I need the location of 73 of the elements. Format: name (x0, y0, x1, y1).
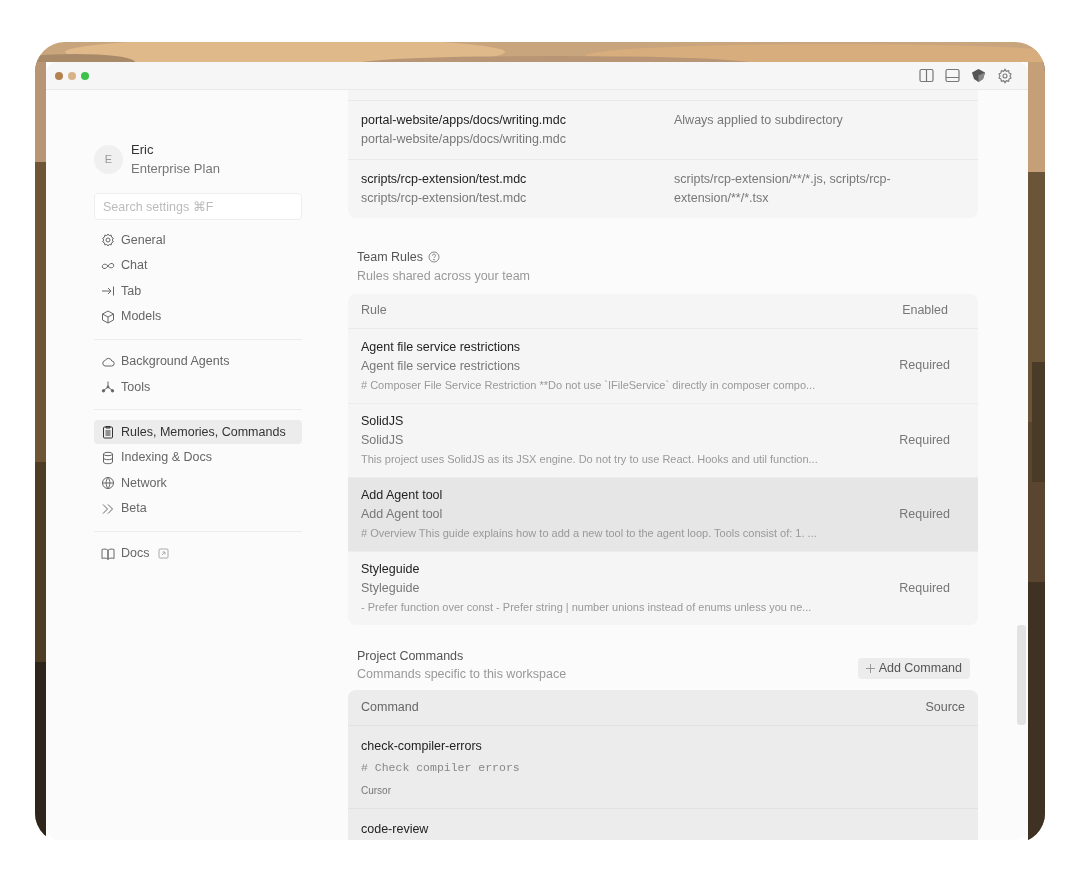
plus-icon (865, 664, 875, 673)
cube-icon (101, 309, 115, 324)
database-icon (101, 450, 115, 465)
split-pane-icon[interactable] (919, 68, 934, 83)
search-field[interactable]: Search settings ⌘F (94, 193, 302, 220)
command-name: check-compiler-errors (361, 738, 483, 755)
command-content: # Check compiler errors (361, 760, 521, 776)
rule-row[interactable]: SolidJS SolidJS This project uses SolidJS as its JSX engine. Do not try to use React. Hooks and util function... Required (348, 402, 978, 477)
sidebar-item[interactable]: Tools (94, 375, 302, 399)
sidebar-item[interactable]: Tab (94, 279, 302, 303)
rule-path: portal-website/apps/docs/writing.mdc (361, 131, 567, 148)
sidebar-item[interactable]: Chat (94, 253, 302, 278)
clipboard-icon (101, 425, 115, 439)
section-title: Project Commands (357, 647, 465, 665)
column-header: Rule (361, 302, 387, 320)
command-source: Cursor (361, 784, 392, 798)
sidebar-item[interactable]: Background Agents (94, 349, 302, 374)
sidebar-item[interactable]: Network (94, 471, 302, 495)
rule-status: Required (899, 505, 950, 523)
column-header: Source (925, 699, 965, 717)
help-icon[interactable] (428, 251, 440, 264)
arrow-to-line-icon (101, 284, 115, 298)
sidebar-item[interactable]: Models (94, 304, 302, 329)
rule-name: Add Agent tool (361, 487, 444, 504)
nodes-icon (101, 380, 115, 394)
section-subtitle: Rules shared across your team (357, 267, 531, 285)
gear-icon (101, 233, 115, 247)
sidebar-item[interactable]: Rules, Memories, Commands (94, 420, 302, 444)
book-icon (101, 546, 115, 561)
section-subtitle: Commands specific to this workspace (357, 666, 567, 684)
rule-preview: This project uses SolidJS as its JSX engine. Do not try to use React. Hooks and util function... (361, 452, 819, 467)
rule-preview: # Composer File Service Restriction **Do not use `IFileService` directly in composer compo... (361, 377, 817, 393)
rule-description: Add Agent tool (361, 506, 444, 523)
globe-icon (101, 476, 115, 490)
rule-status: Required (899, 431, 950, 449)
sidebar-item[interactable]: General (94, 228, 302, 252)
rule-scope: Always applied to subdirectory (674, 112, 844, 129)
rule-status: Required (899, 357, 950, 375)
rule-scope: scripts/rcp-extension/**/*.js, scripts/rcp-extension/**/*.tsx (674, 171, 892, 207)
section-title: Team Rules (357, 249, 423, 266)
rule-row[interactable]: Styleguide Styleguide - Prefer function over const - Prefer string | number unions instead of enums unless you ne... Required (348, 550, 978, 625)
user-name: Eric (131, 141, 155, 159)
add-command-button[interactable]: Add Command (857, 658, 970, 679)
rule-name: Styleguide (361, 561, 421, 578)
rule-preview: # Overview This guide explains how to add a new tool to the agent loop. Tools consist of: 1. ... (361, 526, 818, 541)
plan-label: Enterprise Plan (131, 160, 220, 178)
rule-row[interactable]: Add Agent tool Add Agent tool # Overview This guide explains how to add a new tool to the agent loop. Tools consist of: 1. ... Required (348, 476, 978, 551)
rule-description: Agent file service restrictions (361, 357, 522, 375)
rule-description: SolidJS (361, 432, 405, 449)
settings-icon[interactable] (997, 67, 1013, 84)
rule-description: Styleguide (361, 580, 421, 597)
column-header: Enabled (902, 302, 948, 320)
close-button[interactable] (55, 71, 63, 80)
command-name: code-review (361, 821, 430, 838)
column-header: Command (361, 699, 419, 717)
avatar: E (94, 144, 123, 174)
rule-name: scripts/rcp-extension/test.mdc (361, 171, 528, 188)
sidebar-item[interactable]: Indexing & Docs (94, 445, 302, 470)
zoom-button[interactable] (81, 71, 89, 80)
rule-preview: - Prefer function over const - Prefer string | number unions instead of enums unless you ne... (361, 600, 813, 615)
rule-status: Required (899, 579, 950, 597)
minimize-button[interactable] (68, 71, 76, 80)
sidebar-item[interactable]: Beta (94, 496, 302, 521)
scrollbar[interactable] (1017, 625, 1026, 725)
rule-path: scripts/rcp-extension/test.mdc (361, 190, 528, 207)
double-chevron-icon (101, 501, 115, 516)
rule-row[interactable]: Agent file service restrictions Agent file service restrictions # Composer File Service Restriction **Do not use `IFileService` directly in composer compo... Required (348, 328, 978, 403)
rule-name: SolidJS (361, 413, 405, 430)
bottom-panel-icon[interactable] (945, 68, 960, 83)
cube-icon[interactable] (971, 68, 986, 83)
rule-name: Agent file service restrictions (361, 338, 522, 356)
rule-name: portal-website/apps/docs/writing.mdc (361, 112, 567, 129)
sidebar-item[interactable]: Docs (94, 541, 302, 566)
